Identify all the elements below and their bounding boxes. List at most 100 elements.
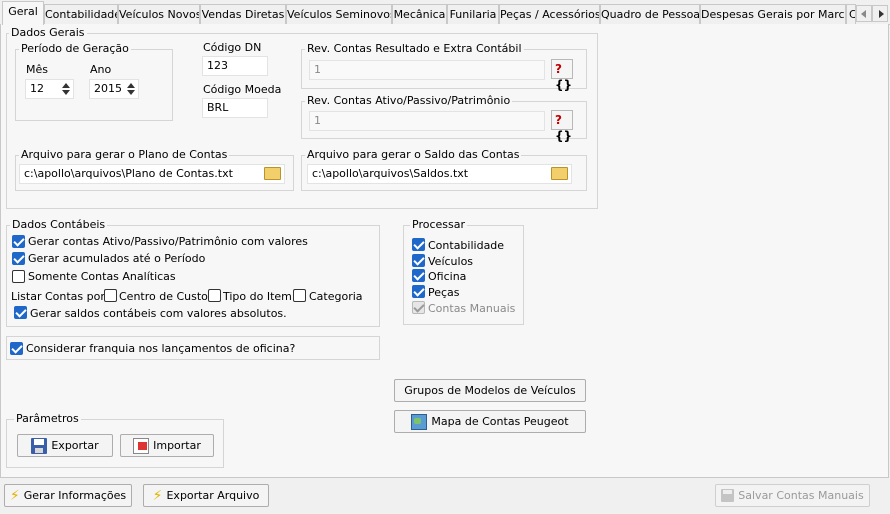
- tab-veiculos-seminovos[interactable]: Veículos Seminovos: [286, 4, 392, 24]
- processar-oficina-checkbox[interactable]: [412, 269, 425, 282]
- processar-title: Processar: [410, 218, 467, 231]
- exportar-button[interactable]: Exportar: [17, 434, 113, 457]
- franquia-checkbox[interactable]: [10, 342, 23, 355]
- mapa-contas-label: Mapa de Contas Peugeot: [431, 415, 569, 428]
- arrow-left-icon: [861, 10, 866, 18]
- rev-resultado-lookup-button[interactable]: ?{}: [551, 59, 573, 92]
- processar-contabilidade-label: Contabilidade: [428, 239, 505, 252]
- periodo-title: Período de Geração: [19, 42, 131, 55]
- codigo-moeda-input[interactable]: BRL: [202, 98, 268, 118]
- tab-contabilidade[interactable]: Contabilidade: [44, 4, 118, 24]
- spin-down-icon: [127, 90, 135, 95]
- rev-ativo-lookup-button[interactable]: ?{}: [551, 110, 573, 143]
- arquivo-saldo-input[interactable]: c:\apollo\arquivos\Saldos.txt: [307, 164, 572, 184]
- arrow-right-icon: [879, 10, 884, 18]
- processar-pecas-checkbox[interactable]: [412, 285, 425, 298]
- saldos-absolutos-label: Gerar saldos contábeis com valores absol…: [30, 307, 287, 320]
- processar-veiculos-checkbox[interactable]: [412, 254, 425, 267]
- lightning-icon: ⚡: [152, 487, 163, 504]
- tab-funilaria[interactable]: Funilaria: [447, 4, 499, 24]
- processar-contas-manuais-label: Contas Manuais: [428, 302, 516, 315]
- gerar-acumulados-label: Gerar acumulados até o Período: [28, 252, 206, 265]
- salvar-contas-manuais-label: Salvar Contas Manuais: [738, 489, 864, 502]
- spin-down-icon: [62, 90, 70, 95]
- lookup-icon: ?{}: [555, 113, 573, 143]
- arquivo-plano-value: c:\apollo\arquivos\Plano de Contas.txt: [24, 167, 233, 180]
- salvar-contas-manuais-button[interactable]: Salvar Contas Manuais: [715, 484, 870, 507]
- rev-ativo-title: Rev. Contas Ativo/Passivo/Patrimônio: [305, 94, 513, 107]
- tab-veiculos-novos[interactable]: Veículos Novos: [118, 4, 200, 24]
- rev-resultado-title: Rev. Contas Resultado e Extra Contábil: [305, 42, 524, 55]
- arquivo-saldo-title: Arquivo para gerar o Saldo das Contas: [305, 148, 522, 161]
- processar-veiculos-label: Veículos: [428, 255, 474, 268]
- ano-value: 2015: [94, 82, 122, 95]
- tipo-item-label: Tipo do Item: [223, 290, 292, 303]
- ano-spinner[interactable]: 2015: [89, 79, 139, 99]
- codigo-moeda-label: Código Moeda: [203, 83, 282, 96]
- parametros-title: Parâmetros: [14, 412, 81, 425]
- mes-label: Mês: [26, 63, 48, 76]
- save-disk-icon: [31, 437, 48, 454]
- exportar-arquivo-button[interactable]: ⚡ Exportar Arquivo: [143, 484, 269, 507]
- franquia-label: Considerar franquia nos lançamentos de o…: [26, 342, 296, 355]
- ano-label: Ano: [90, 63, 112, 76]
- lightning-icon: ⚡: [9, 487, 20, 504]
- listar-contas-label: Listar Contas por:: [11, 290, 109, 303]
- codigo-dn-label: Código DN: [203, 41, 262, 54]
- processar-contabilidade-checkbox[interactable]: [412, 238, 425, 251]
- codigo-dn-input[interactable]: 123: [202, 56, 268, 76]
- folder-open-icon[interactable]: [264, 167, 281, 180]
- somente-analiticas-checkbox[interactable]: [12, 270, 25, 283]
- arquivo-plano-title: Arquivo para gerar o Plano de Contas: [19, 148, 230, 161]
- processar-oficina-label: Oficina: [428, 270, 467, 283]
- dados-gerais-title: Dados Gerais: [9, 26, 87, 39]
- exportar-arquivo-label: Exportar Arquivo: [166, 489, 260, 502]
- gerar-informacoes-label: Gerar Informações: [23, 489, 127, 502]
- tab-strip: Geral Contabilidade Veículos Novos Venda…: [0, 0, 890, 25]
- tab-vendas-diretas[interactable]: Vendas Diretas: [200, 4, 286, 24]
- tab-pecas-acessorios[interactable]: Peças / Acessórios: [499, 4, 600, 24]
- gerar-informacoes-button[interactable]: ⚡ Gerar Informações: [4, 484, 132, 507]
- tab-scroll-right-button[interactable]: [872, 5, 888, 22]
- saldos-absolutos-checkbox[interactable]: [14, 306, 27, 319]
- spin-up-icon: [62, 83, 70, 88]
- arquivo-plano-input[interactable]: c:\apollo\arquivos\Plano de Contas.txt: [19, 164, 285, 184]
- gerar-contas-checkbox[interactable]: [12, 235, 25, 248]
- importar-label: Importar: [153, 439, 201, 452]
- centro-custo-checkbox[interactable]: [104, 289, 117, 302]
- lookup-icon: ?{}: [555, 62, 573, 92]
- categoria-checkbox[interactable]: [293, 289, 306, 302]
- spin-up-icon: [127, 83, 135, 88]
- tab-quadro-pessoal[interactable]: Quadro de Pessoal: [600, 4, 700, 24]
- rev-resultado-input[interactable]: 1: [309, 60, 545, 80]
- tab-geral[interactable]: Geral: [2, 1, 44, 25]
- tab-scroll-left-button[interactable]: [856, 5, 872, 22]
- gerar-contas-label: Gerar contas Ativo/Passivo/Patrimônio co…: [28, 235, 308, 248]
- processar-contas-manuais-checkbox[interactable]: [412, 301, 425, 314]
- arquivo-saldo-value: c:\apollo\arquivos\Saldos.txt: [312, 167, 469, 180]
- tab-mecanica[interactable]: Mecânica: [392, 4, 447, 24]
- ano-spin-arrows[interactable]: [125, 81, 137, 97]
- grupos-modelos-button[interactable]: Grupos de Modelos de Veículos: [394, 379, 586, 402]
- import-icon: [133, 437, 150, 454]
- mes-spinner[interactable]: 12: [25, 79, 74, 99]
- somente-analiticas-label: Somente Contas Analíticas: [28, 270, 176, 283]
- dados-contabeis-title: Dados Contábeis: [10, 218, 108, 231]
- mapa-contas-button[interactable]: Mapa de Contas Peugeot: [394, 410, 586, 433]
- save-disk-icon: [721, 489, 735, 502]
- grupos-modelos-label: Grupos de Modelos de Veículos: [404, 384, 576, 397]
- processar-pecas-label: Peças: [428, 286, 460, 299]
- categoria-label: Categoria: [309, 290, 363, 303]
- mes-spin-arrows[interactable]: [60, 81, 72, 97]
- importar-button[interactable]: Importar: [120, 434, 214, 457]
- map-icon: [411, 413, 428, 430]
- exportar-label: Exportar: [51, 439, 99, 452]
- folder-open-icon[interactable]: [551, 167, 568, 180]
- gerar-acumulados-checkbox[interactable]: [12, 252, 25, 265]
- mes-value: 12: [30, 82, 44, 95]
- centro-custo-label: Centro de Custo: [119, 290, 208, 303]
- rev-ativo-input[interactable]: 1: [309, 111, 545, 131]
- tab-despesas-gerais[interactable]: Despesas Gerais por Marca: [700, 4, 846, 24]
- tab-overflow[interactable]: C: [846, 4, 856, 24]
- tipo-item-checkbox[interactable]: [208, 289, 221, 302]
